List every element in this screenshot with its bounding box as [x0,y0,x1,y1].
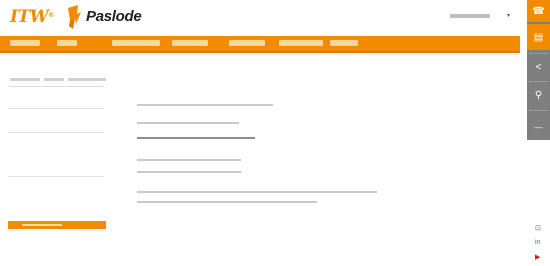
page-title-placeholder [10,78,106,81]
sidebar-divider [8,108,104,109]
itw-logo-text: ITW [10,7,49,27]
paslode-logo-icon[interactable] [64,4,84,30]
nav-item-3[interactable] [112,40,160,46]
nav-item-5[interactable] [229,40,265,46]
linkedin-icon[interactable]: in [535,239,540,247]
youtube-icon[interactable]: ▶ [535,254,540,262]
chevron-down-icon[interactable]: ▾ [507,12,510,20]
document-icon[interactable]: ▤ [527,24,550,50]
location-pin-icon[interactable]: ⚲ [527,84,550,106]
site-header: ITW® Paslode ▾ [0,0,520,36]
collapse-icon[interactable]: — [527,116,550,138]
sidebar-item-active-label [22,224,62,226]
social-icon[interactable]: ⊡ [535,225,541,233]
sidebar-divider [8,132,104,133]
title-divider [8,86,103,87]
itw-logo[interactable]: ITW® [10,7,54,27]
right-action-rail: ☎ ▤ < ⚲ — [527,0,550,140]
nav-item-4[interactable] [172,40,208,46]
share-icon[interactable]: < [527,56,550,78]
nav-item-7[interactable] [330,40,358,46]
rail-divider [529,110,548,111]
language-selector-value [450,14,490,18]
content-line [137,137,255,139]
sidebar-divider [8,176,104,177]
content-line [137,201,317,203]
nav-item-6[interactable] [279,40,323,46]
content-line [137,171,241,173]
phone-icon[interactable]: ☎ [527,0,550,22]
content-line [137,122,239,124]
paslode-brand[interactable]: Paslode [86,8,142,26]
rail-divider [529,81,548,82]
nav-item-1[interactable] [10,40,40,46]
content-line [137,104,273,106]
main-nav [0,36,520,53]
content-line [137,191,377,193]
rail-divider [529,53,548,54]
sidebar-item-active[interactable] [8,221,106,229]
content-line [137,159,241,161]
nav-item-2[interactable] [57,40,77,46]
language-selector[interactable] [450,10,490,22]
